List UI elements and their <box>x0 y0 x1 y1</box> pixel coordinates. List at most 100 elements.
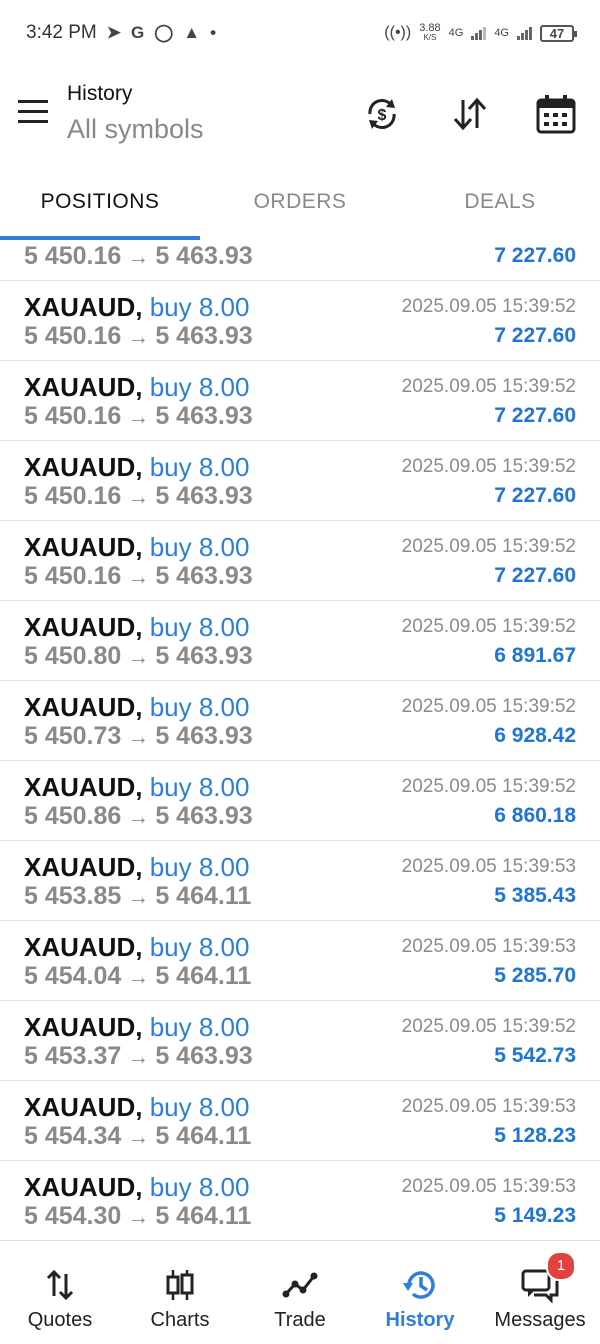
symbol: XAUAUD, <box>24 692 143 722</box>
list-item[interactable]: XAUAUD, buy 8.00 5 454.30 → 5 464.11 2025.… <box>0 1160 600 1240</box>
whatsapp-icon: ◯ <box>154 23 174 42</box>
symbol-label: XAUAUD, buy 8.00 <box>24 1012 249 1043</box>
nav-trade[interactable]: Trade <box>240 1241 360 1344</box>
open-price: 5 454.30 <box>24 1202 122 1230</box>
profit: 5 542.73 <box>494 1044 576 1067</box>
symbol: XAUAUD, <box>24 932 143 962</box>
tab-orders[interactable]: ORDERS <box>200 176 400 228</box>
telegram-icon: ➤ <box>106 23 122 42</box>
price-range: 5 454.04 → 5 464.11 <box>24 962 251 991</box>
timestamp: 2025.09.05 15:39:52 <box>401 1016 576 1037</box>
list-item[interactable]: XAUAUD, buy 8.00 5 453.85 → 5 464.11 2025.… <box>0 840 600 921</box>
currency-refresh-icon: $ <box>368 99 396 129</box>
nav-charts[interactable]: Charts <box>120 1241 240 1344</box>
list-item[interactable]: XAUAUD, buy 8.00 5 450.86 → 5 463.93 2025.… <box>0 760 600 841</box>
symbol-label: XAUAUD, buy 8.00 <box>24 372 249 403</box>
close-price: 5 463.93 <box>155 242 253 270</box>
google-icon: G <box>131 23 145 42</box>
hotspot-icon: ((•)) <box>384 24 412 41</box>
list-item[interactable]: XAUAUD, buy 8.00 5 450.16 → 5 463.93 2025.… <box>0 280 600 361</box>
price-range: 5 450.16 → 5 463.93 <box>24 402 253 431</box>
timestamp: 2025.09.05 15:39:52 <box>401 696 576 717</box>
sort-icon <box>453 97 487 131</box>
open-price: 5 450.86 <box>24 802 122 830</box>
list-item[interactable]: XAUAUD, buy 8.00 5 450.16 → 5 463.93 2025.… <box>0 520 600 601</box>
charts-icon <box>156 1265 204 1305</box>
open-price: 5 450.16 <box>24 562 122 590</box>
price-range: 5 453.85 → 5 464.11 <box>24 882 251 911</box>
price-range: 5 453.37 → 5 463.93 <box>24 1042 253 1071</box>
symbol-label: XAUAUD, buy 8.00 <box>24 612 249 643</box>
profit: 6 891.67 <box>494 644 576 667</box>
trade-side: buy 8.00 <box>149 1172 250 1202</box>
symbol: XAUAUD, <box>24 612 143 642</box>
list-item[interactable]: 5 450.16 → 5 463.93 7 227.60 <box>0 240 600 281</box>
timestamp: 2025.09.05 15:39:52 <box>401 456 576 477</box>
symbol-label: XAUAUD, buy 8.00 <box>24 1172 249 1203</box>
price-arrow: → <box>127 644 150 669</box>
status-bar-right: ((•)) 3.88 K/S 4G 4G 47 <box>384 22 577 43</box>
list-item[interactable]: XAUAUD, buy 8.00 5 450.16 → 5 463.93 2025.… <box>0 360 600 441</box>
trade-side: buy 8.00 <box>149 772 250 802</box>
menu-icon[interactable] <box>18 100 48 124</box>
trade-side: buy 8.00 <box>149 532 250 562</box>
list-item[interactable]: XAUAUD, buy 8.00 5 454.04 → 5 464.11 2025.… <box>0 920 600 1001</box>
price-arrow: → <box>127 564 150 589</box>
currency-refresh-button[interactable]: $ <box>358 90 406 138</box>
profit: 7 227.60 <box>494 324 576 347</box>
list-item[interactable]: XAUAUD, buy 8.00 5 453.37 → 5 463.93 2025.… <box>0 1000 600 1081</box>
price-range: 5 450.16 → 5 463.93 <box>24 322 253 351</box>
price-arrow: → <box>127 404 150 429</box>
symbol: XAUAUD, <box>24 852 143 882</box>
list-item[interactable]: XAUAUD, buy 8.00 5 450.16 → 5 463.93 2025.… <box>0 440 600 521</box>
nav-label: History <box>385 1309 455 1331</box>
price-arrow: → <box>127 1204 150 1229</box>
profit: 5 285.70 <box>494 964 576 987</box>
net-speed-value: 3.88 <box>419 22 441 34</box>
list-item[interactable]: XAUAUD, buy 8.00 5 450.80 → 5 463.93 2025.… <box>0 600 600 681</box>
price-arrow: → <box>127 484 150 509</box>
tab-positions[interactable]: POSITIONS <box>0 176 200 228</box>
sort-button[interactable] <box>446 90 494 138</box>
symbol-filter[interactable]: All symbols <box>67 114 204 145</box>
trade-side: buy 8.00 <box>149 932 250 962</box>
timestamp: 2025.09.05 15:39:52 <box>401 616 576 637</box>
price-range: 5 450.86 → 5 463.93 <box>24 802 253 831</box>
price-arrow: → <box>127 724 150 749</box>
nav-history[interactable]: History <box>360 1241 480 1344</box>
nav-quotes[interactable]: Quotes <box>0 1241 120 1344</box>
nav-messages[interactable]: 1 Messages <box>480 1241 600 1344</box>
history-icon <box>396 1265 444 1305</box>
network-type-1: 4G <box>448 27 464 39</box>
signal-icon <box>471 26 487 40</box>
bottom-navigation: Quotes Charts Trade History 1 Messages <box>0 1240 600 1344</box>
positions-list[interactable]: 5 450.16 → 5 463.93 7 227.60 XAUAUD, buy 8… <box>0 240 600 1240</box>
price-range: 5 450.80 → 5 463.93 <box>24 642 253 671</box>
price-arrow: → <box>127 324 150 349</box>
open-price: 5 450.16 <box>24 322 122 350</box>
net-speed-unit: K/S <box>423 33 437 42</box>
open-price: 5 454.04 <box>24 962 122 990</box>
quotes-icon <box>36 1265 84 1305</box>
symbol: XAUAUD, <box>24 1092 143 1122</box>
symbol-label: XAUAUD, buy 8.00 <box>24 932 249 963</box>
profit: 5 385.43 <box>494 884 576 907</box>
profit: 5 149.23 <box>494 1204 576 1227</box>
battery-icon: 47 <box>540 24 577 42</box>
calendar-button[interactable] <box>532 90 580 138</box>
list-item[interactable]: XAUAUD, buy 8.00 5 454.34 → 5 464.11 2025.… <box>0 1080 600 1161</box>
price-range: 5 450.16 → 5 463.93 <box>24 242 253 271</box>
symbol-label: XAUAUD, buy 8.00 <box>24 692 249 723</box>
close-price: 5 463.93 <box>155 402 253 430</box>
list-item[interactable]: XAUAUD, buy 8.00 5 450.73 → 5 463.93 2025.… <box>0 680 600 761</box>
trade-side: buy 8.00 <box>149 292 250 322</box>
nav-label: Trade <box>274 1309 326 1331</box>
tab-deals[interactable]: DEALS <box>400 176 600 228</box>
open-price: 5 450.16 <box>24 482 122 510</box>
price-range: 5 454.34 → 5 464.11 <box>24 1122 251 1151</box>
price-arrow: → <box>127 804 150 829</box>
timestamp: 2025.09.05 15:39:52 <box>401 376 576 397</box>
close-price: 5 464.11 <box>155 1122 252 1150</box>
status-time: 3:42 PM <box>26 22 97 43</box>
app-bar: History All symbols $ <box>0 66 600 176</box>
